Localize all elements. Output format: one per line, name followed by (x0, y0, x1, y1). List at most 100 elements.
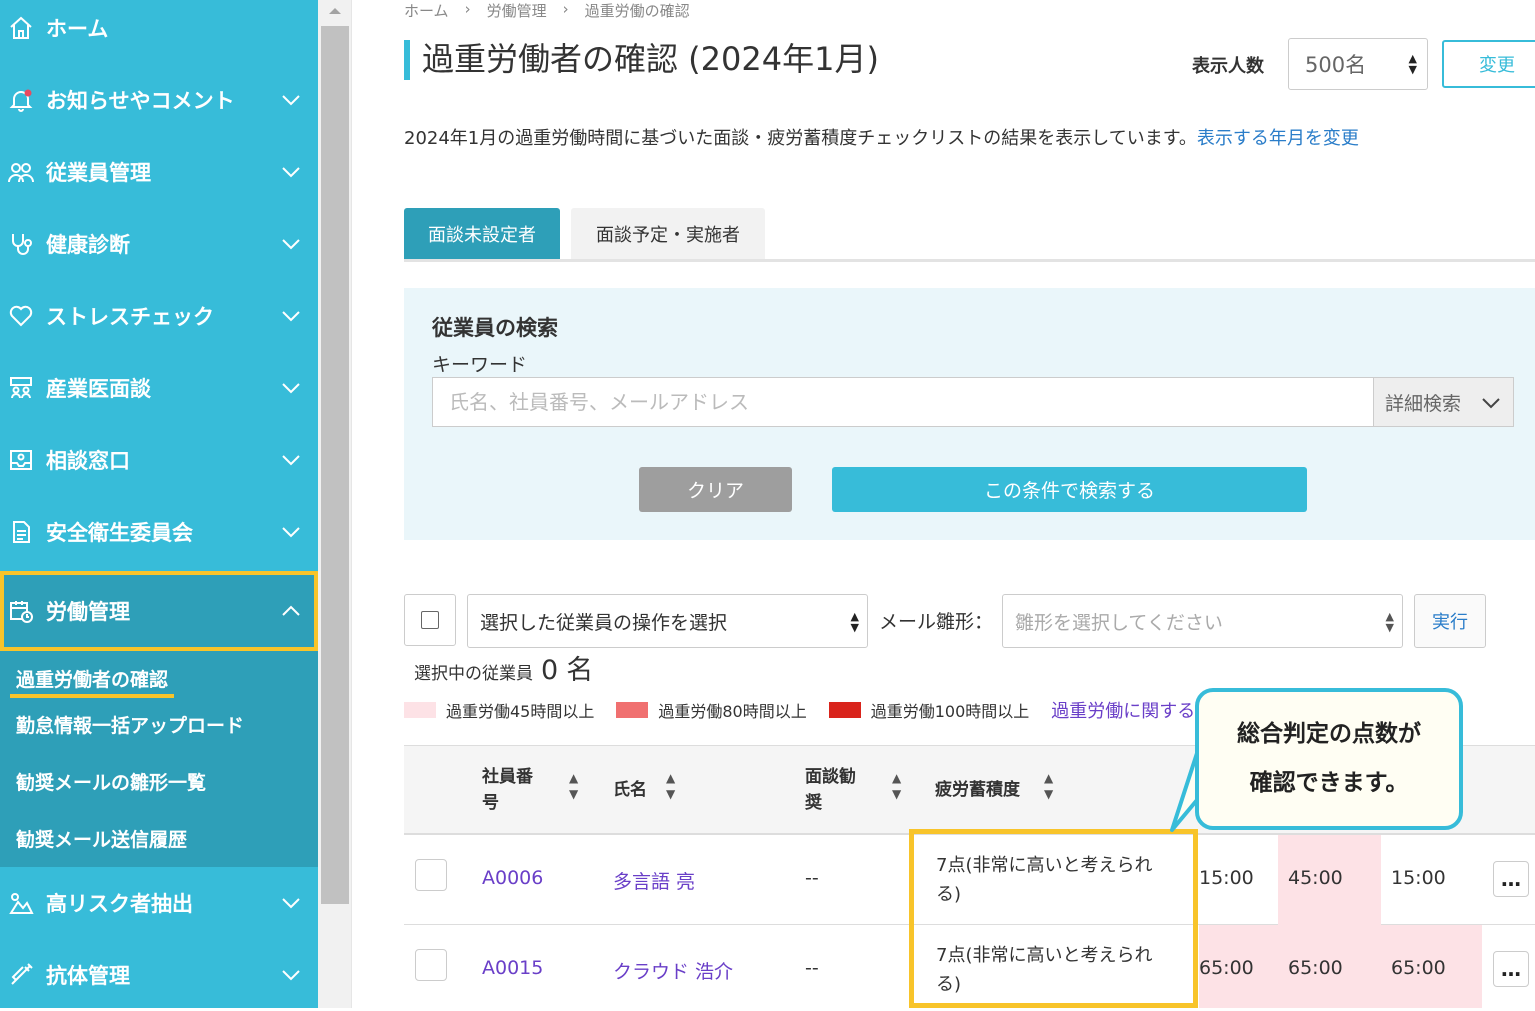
calendar-clock-icon (6, 596, 36, 626)
legend-label: 過重労働80時間以上 (658, 702, 807, 721)
scroll-up-icon[interactable] (318, 0, 352, 22)
overtime-value: 45:00 (1288, 867, 1343, 889)
checkbox (421, 611, 439, 629)
chevron-down-icon (280, 89, 302, 111)
sidebar-item-notifications[interactable]: お知らせやコメント (0, 64, 318, 136)
select-all-checkbox[interactable] (404, 594, 456, 646)
inbox-icon (6, 445, 36, 475)
heart-icon (6, 301, 36, 331)
mail-template-value: 雛形を選択してください (1015, 611, 1223, 634)
sidebar-item-stress-check[interactable]: ストレスチェック (0, 280, 318, 352)
sort-icon[interactable]: ▲ ▼ (1044, 770, 1053, 802)
th-interview[interactable]: 面談勧 奨 (805, 764, 856, 816)
chevron-down-icon (1481, 392, 1501, 414)
chevron-down-icon (280, 161, 302, 183)
sidebar-item-employees[interactable]: 従業員管理 (0, 136, 318, 208)
legend-swatch (616, 702, 649, 718)
legend-swatch (828, 702, 861, 718)
select-arrows-icon: ▲ ▼ (1408, 52, 1417, 76)
clear-button[interactable]: クリア (639, 467, 792, 512)
more-options-button[interactable]: … (1493, 861, 1529, 897)
execute-button[interactable]: 実行 (1414, 594, 1486, 648)
display-count-label: 表示人数 (1192, 56, 1264, 77)
sort-icon[interactable]: ▲ ▼ (569, 770, 578, 802)
chevron-down-icon (280, 892, 302, 914)
search-heading: 従業員の検索 (432, 316, 558, 340)
submenu-item-mail-history[interactable]: 勧奨メール送信履歴 (16, 825, 187, 852)
change-month-link[interactable]: 表示する年月を変更 (1197, 128, 1359, 149)
legend-item-80h: 過重労働80時間以上 (616, 698, 807, 722)
more-options-button[interactable]: … (1493, 951, 1529, 987)
sidebar-item-label: お知らせやコメント (46, 89, 235, 113)
breadcrumb-current: 過重労働の確認 (584, 2, 690, 20)
employee-id-link[interactable]: A0006 (482, 867, 543, 889)
legend-item-100h: 過重労働100時間以上 (828, 698, 1030, 722)
sidebar-item-high-risk-extraction[interactable]: 高リスク者抽出 (0, 867, 318, 939)
stethoscope-icon (6, 229, 36, 259)
chevron-down-icon (280, 233, 302, 255)
title-accent (404, 40, 410, 80)
submenu-item-overwork-check[interactable]: 過重労働者の確認 (10, 665, 175, 698)
overtime-value: 15:00 (1199, 867, 1254, 889)
selected-count-suffix: 名 (566, 655, 594, 686)
bulk-operation-select[interactable]: 選択した従業員の操作を選択 ▲ ▼ (467, 594, 868, 648)
row-checkbox[interactable] (415, 949, 447, 981)
breadcrumb-home[interactable]: ホーム (404, 0, 449, 21)
detail-search-button[interactable]: 詳細検索 (1373, 377, 1514, 427)
row-checkbox[interactable] (415, 859, 447, 891)
chevron-up-icon (280, 600, 302, 622)
th-fatigue[interactable]: 疲労蓄積度 (935, 777, 1020, 803)
legend-swatch (404, 702, 436, 718)
keyword-input[interactable] (432, 377, 1374, 427)
display-count-select[interactable]: 500名 ▲ ▼ (1288, 38, 1428, 90)
sidebar-item-label: 高リスク者抽出 (46, 892, 193, 916)
legend-label: 過重労働100時間以上 (870, 702, 1030, 721)
interview-recommendation: -- (805, 867, 819, 889)
sort-icon[interactable]: ▲ ▼ (666, 770, 675, 802)
risk-icon (6, 888, 36, 918)
selected-count-number: 0 (541, 655, 559, 686)
labor-management-submenu: 過重労働者の確認 勤怠情報一括アップロード 勧奨メールの雛形一覧 勧奨メール送信… (0, 651, 318, 867)
selected-count: 選択中の従業員 0 名 (414, 648, 593, 687)
employee-name-link[interactable]: クラウド 浩介 (613, 957, 733, 984)
submenu-item-attendance-upload[interactable]: 勤怠情報一括アップロード (16, 711, 244, 738)
overwork-info-link[interactable]: 過重労働に関する (1051, 697, 1195, 723)
sidebar-scrollbar[interactable] (318, 0, 352, 1008)
keyword-label: キーワード (432, 354, 528, 376)
tab-scheduled-interview[interactable]: 面談予定・実施者 (571, 208, 765, 260)
sidebar-item-health-checkup[interactable]: 健康診断 (0, 208, 318, 280)
legend-item-45h: 過重労働45時間以上 (404, 698, 594, 722)
syringe-icon (6, 960, 36, 990)
sidebar-item-antibody-management[interactable]: 抗体管理 (0, 939, 318, 1011)
mail-template-label: メール雛形： (879, 611, 994, 633)
tab-unset-interview[interactable]: 面談未設定者 (404, 208, 560, 260)
mail-template-select[interactable]: 雛形を選択してください ▲ ▼ (1002, 594, 1403, 648)
th-name[interactable]: 氏名 (613, 777, 647, 803)
overtime-value: 65:00 (1391, 957, 1446, 979)
change-button[interactable]: 変更 (1442, 40, 1535, 88)
breadcrumb-separator: › (562, 0, 569, 18)
callout-bubble: 総合判定の点数が 確認できます。 (1195, 688, 1463, 830)
chevron-down-icon (280, 305, 302, 327)
th-employee-id[interactable]: 社員番 号 (482, 764, 533, 816)
sidebar-item-label: 抗体管理 (46, 964, 130, 988)
document-icon (6, 517, 36, 547)
sidebar-item-label: 労働管理 (46, 600, 130, 624)
sort-icon[interactable]: ▲ ▼ (892, 770, 901, 802)
sidebar-item-safety-committee[interactable]: 安全衛生委員会 (0, 496, 318, 568)
scroll-thumb[interactable] (321, 26, 349, 904)
employee-name-link[interactable]: 多言語 亮 (613, 867, 695, 894)
sidebar-item-consultation[interactable]: 相談窓口 (0, 424, 318, 496)
breadcrumb-labor[interactable]: 労働管理 (487, 0, 547, 21)
users-icon (6, 157, 36, 187)
sidebar-item-home[interactable]: ホーム (0, 0, 318, 64)
employee-id-link[interactable]: A0015 (482, 957, 543, 979)
overtime-value: 65:00 (1199, 957, 1254, 979)
selected-count-prefix: 選択中の従業員 (414, 664, 533, 684)
sidebar-item-labor-management[interactable]: 労働管理 (0, 571, 318, 651)
search-submit-button[interactable]: この条件で検索する (832, 467, 1307, 512)
sidebar-item-doctor-interview[interactable]: 産業医面談 (0, 352, 318, 424)
sidebar-item-label: ホーム (46, 17, 109, 41)
submenu-item-mail-templates[interactable]: 勧奨メールの雛形一覧 (16, 768, 206, 795)
page-title: 過重労働者の確認 (2024年1月) (422, 40, 879, 78)
